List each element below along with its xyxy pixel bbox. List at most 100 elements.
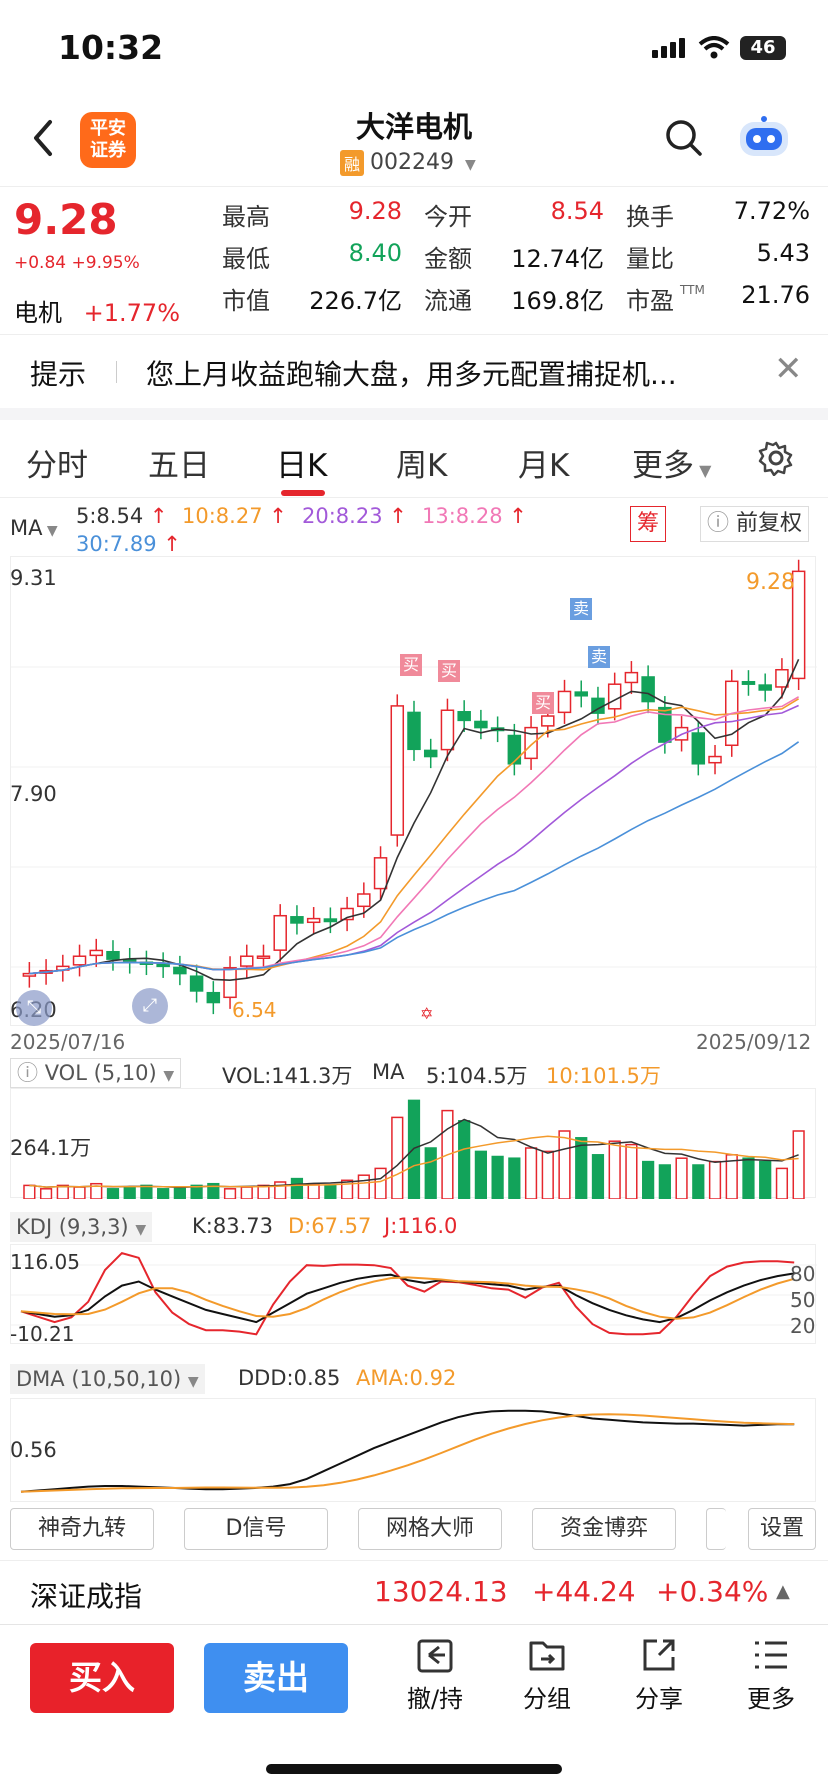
candle-body	[708, 755, 722, 764]
candle-body	[557, 690, 572, 714]
kdj-y-bottom: -10.21	[10, 1322, 75, 1346]
stock-code-selector[interactable]: 融 002249 ▼	[340, 150, 476, 176]
tool-grid-master[interactable]: 网格大师	[358, 1508, 502, 1550]
tab-more[interactable]: 更多 ▼	[632, 440, 711, 485]
volume-bar	[625, 1143, 638, 1200]
candle-body	[156, 963, 170, 968]
volume-bar	[240, 1186, 253, 1200]
zoom-out-icon[interactable]: ⤡	[16, 990, 52, 1026]
buy-button[interactable]: 买入	[30, 1643, 174, 1713]
date-end: 2025/09/12	[696, 1030, 812, 1054]
tool-partial[interactable]	[706, 1508, 726, 1550]
quote-label: 今开	[424, 203, 472, 231]
candle-body	[306, 917, 321, 924]
close-icon[interactable]: ✕	[774, 349, 803, 389]
index-pct: +0.34%	[656, 1575, 769, 1608]
candle-body	[206, 991, 221, 1004]
share-button[interactable]: 分享	[614, 1635, 704, 1714]
nav-bar: 平安 证券 大洋电机 融 002249 ▼	[0, 96, 828, 184]
menu-icon	[755, 1641, 787, 1669]
quote-value: 8.54	[550, 197, 604, 225]
kline-chart[interactable]	[10, 556, 817, 1026]
index-ticker[interactable]: 深证成指 13024.13 +44.24 +0.34% ▲	[0, 1560, 828, 1622]
group-button[interactable]: 分组	[502, 1635, 592, 1714]
info-icon: ⓘ	[707, 511, 730, 536]
quote-label: 最高	[222, 203, 270, 231]
tool-nine-turn[interactable]: 神奇九转	[10, 1508, 154, 1550]
robot-assistant-icon[interactable]	[736, 114, 792, 162]
sell-signal-tag: 卖	[570, 598, 592, 620]
volume-bar	[73, 1186, 86, 1200]
sector-pct: +1.77%	[83, 299, 180, 327]
ma-item: 13:8.28 ↑	[422, 504, 527, 528]
change-pct: +9.95%	[71, 253, 140, 273]
tab-weekly-k[interactable]: 周K	[396, 440, 447, 485]
kdj-svg	[11, 1251, 817, 1336]
y-axis-mid: 7.90	[10, 782, 57, 806]
kdj-chart[interactable]	[10, 1244, 817, 1344]
candle-body	[457, 711, 471, 722]
expand-icon[interactable]: ⤢	[132, 988, 168, 1024]
volume-bar	[675, 1157, 688, 1200]
dma-chart[interactable]	[10, 1398, 816, 1502]
vol-indicator-selector[interactable]: ⓘ VOL (5,10) ▼	[10, 1058, 182, 1088]
volume-bar	[608, 1140, 621, 1200]
search-icon[interactable]	[664, 118, 704, 158]
buy-signal-tag: 买	[532, 692, 554, 714]
sell-button[interactable]: 卖出	[204, 1643, 348, 1713]
volume-bar	[692, 1164, 705, 1200]
kdj-d: D:67.57	[288, 1214, 372, 1238]
dma-line	[20, 1413, 795, 1493]
bottom-action-bar: 买入 卖出 撤/持 分组 分享 更多	[0, 1624, 828, 1754]
volume-bar	[106, 1188, 120, 1200]
adjust-mode-button[interactable]: ⓘ 前复权	[700, 506, 810, 542]
dma-indicator-selector[interactable]: DMA (10,50,10) ▼	[10, 1364, 205, 1394]
kdj-k: K:83.73	[192, 1214, 273, 1238]
sector-change[interactable]: 电机 +1.77%	[14, 293, 180, 328]
tool-d-signal[interactable]: D信号	[184, 1508, 328, 1550]
ma-selector[interactable]: MA ▼	[10, 516, 58, 540]
tool-settings[interactable]: 设置	[748, 1508, 816, 1550]
tool-capital-game[interactable]: 资金博弈	[532, 1508, 676, 1550]
volume-bar	[524, 1147, 538, 1200]
tab-daily-k[interactable]: 日K	[276, 440, 327, 485]
status-time: 10:32	[58, 28, 164, 67]
candle-body	[72, 955, 87, 966]
sell-signal-tag: 卖	[588, 646, 610, 668]
cancel-hold-button[interactable]: 撤/持	[390, 1635, 480, 1714]
buy-signal-tag: 买	[400, 654, 422, 676]
volume-bar	[157, 1188, 170, 1200]
dma-svg	[20, 1409, 795, 1493]
section-gap	[0, 408, 828, 420]
candle-body	[541, 715, 555, 727]
candle-body	[173, 966, 187, 975]
candle-body	[323, 918, 338, 923]
chip-distribution-button[interactable]: 筹	[630, 506, 666, 542]
chevron-up-icon[interactable]: ▲	[776, 1581, 790, 1602]
volume-bar	[391, 1116, 404, 1200]
settings-gear-icon[interactable]	[758, 440, 794, 476]
vol-ma10: 10:101.5万	[546, 1064, 661, 1088]
tab-fenshi[interactable]: 分时	[26, 440, 88, 485]
more-button[interactable]: 更多	[726, 1635, 816, 1714]
volume-bar	[742, 1157, 755, 1200]
vol-value: VOL:141.3万	[222, 1064, 353, 1088]
index-change: +44.24	[532, 1575, 636, 1608]
quote-value: 5.43	[756, 239, 810, 267]
volume-chart[interactable]	[10, 1088, 816, 1200]
index-name: 深证成指	[30, 1580, 143, 1613]
volume-bar	[491, 1155, 504, 1200]
candle-body	[607, 683, 622, 710]
event-star-icon[interactable]: ✡	[420, 1004, 433, 1023]
tab-monthly-k[interactable]: 月K	[518, 440, 569, 485]
tab-wuri[interactable]: 五日	[148, 440, 210, 485]
volume-bar	[508, 1157, 521, 1200]
ma-line	[29, 741, 800, 975]
volume-bar	[708, 1160, 722, 1200]
candle-body	[89, 949, 104, 957]
chevron-down-icon: ▼	[465, 157, 476, 173]
tip-banner[interactable]: 提示 您上月收益跑输大盘，用多元配置捕捉机... ✕	[0, 334, 828, 408]
signal-icon	[652, 38, 688, 58]
share-icon	[643, 1639, 675, 1671]
kdj-indicator-selector[interactable]: KDJ (9,3,3) ▼	[10, 1212, 153, 1242]
